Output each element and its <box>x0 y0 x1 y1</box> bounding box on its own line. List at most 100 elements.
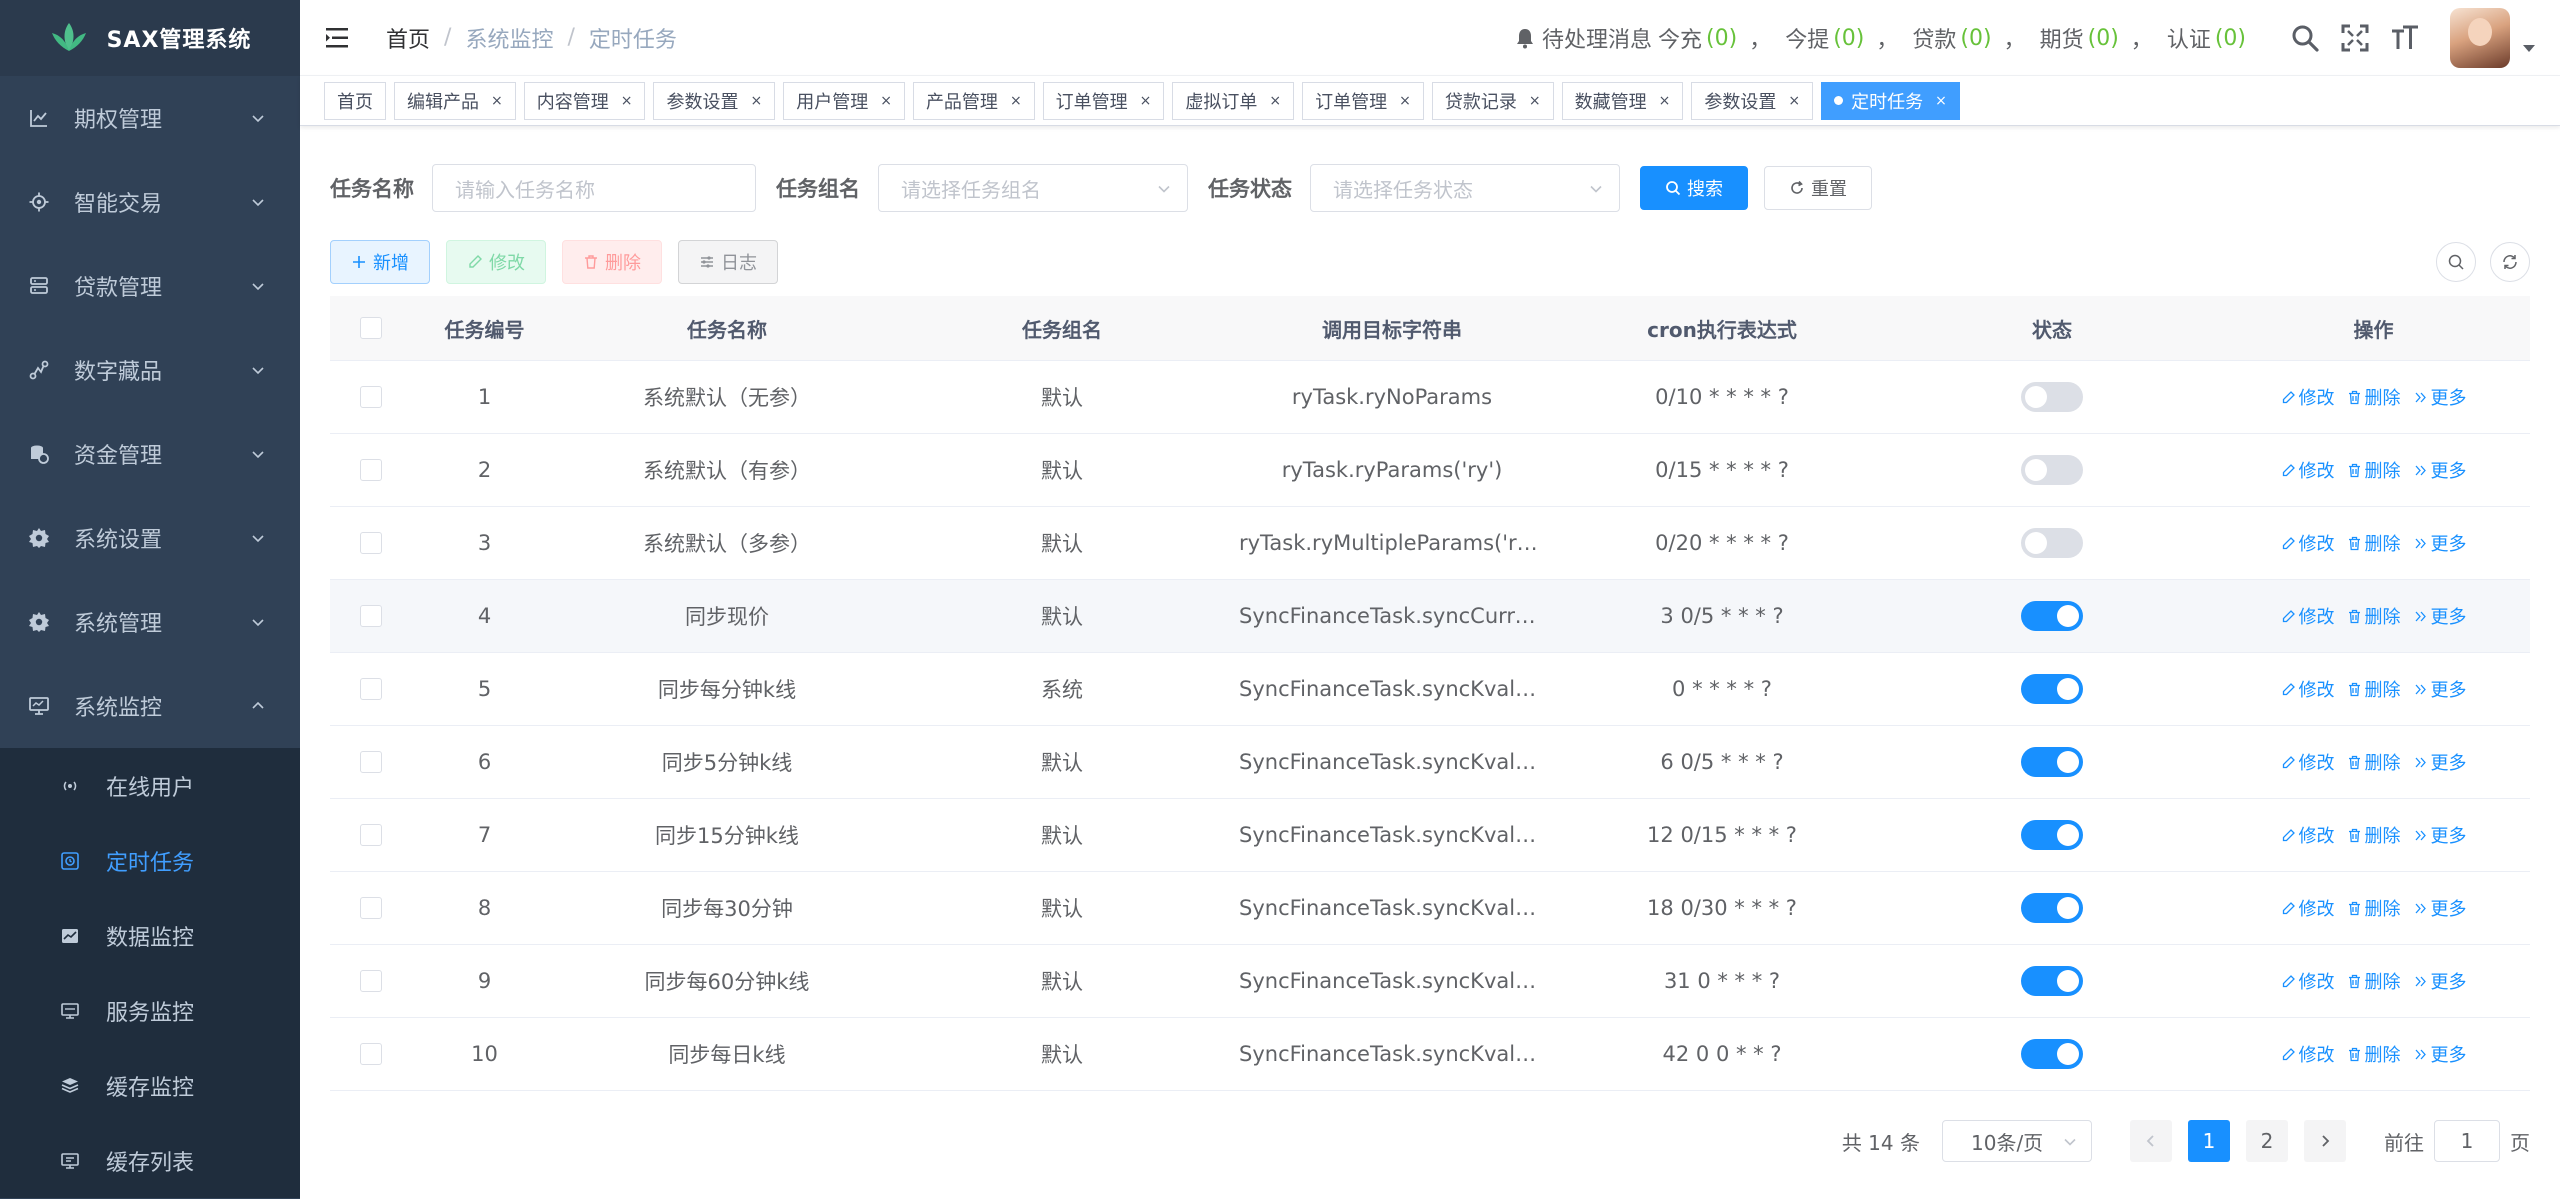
submenu-item[interactable]: 缓存列表 <box>0 1123 300 1198</box>
row-checkbox[interactable] <box>360 751 382 773</box>
tag-close-icon[interactable]: × <box>621 93 633 109</box>
row-checkbox[interactable] <box>360 970 382 992</box>
row-delete-button[interactable]: 删除 <box>2347 384 2401 410</box>
row-edit-button[interactable]: 修改 <box>2281 749 2335 775</box>
delete-button[interactable]: 删除 <box>562 240 662 284</box>
row-delete-button[interactable]: 删除 <box>2347 603 2401 629</box>
table-row[interactable]: 2 系统默认（有参） 默认 ryTask.ryParams('ry') 0/15 * *… <box>330 434 2530 507</box>
tag-close-icon[interactable]: × <box>880 93 892 109</box>
status-switch[interactable] <box>2021 893 2083 923</box>
row-more-button[interactable]: 更多 <box>2413 895 2467 921</box>
tag-item[interactable]: 订单管理 × <box>1302 81 1424 120</box>
row-checkbox[interactable] <box>360 824 382 846</box>
goto-page-input[interactable]: 1 <box>2434 1120 2500 1162</box>
row-checkbox[interactable] <box>360 386 382 408</box>
row-more-button[interactable]: 更多 <box>2413 968 2467 994</box>
row-more-button[interactable]: 更多 <box>2413 822 2467 848</box>
row-more-button[interactable]: 更多 <box>2413 1041 2467 1067</box>
row-delete-button[interactable]: 删除 <box>2347 530 2401 556</box>
user-avatar[interactable] <box>2450 8 2510 68</box>
tag-item[interactable]: 贷款记录 × <box>1431 81 1554 120</box>
submenu-item[interactable]: 缓存监控 <box>0 1048 300 1123</box>
status-switch[interactable] <box>2021 674 2083 704</box>
tag-close-icon[interactable]: × <box>1529 93 1541 109</box>
row-more-button[interactable]: 更多 <box>2413 384 2467 410</box>
row-delete-button[interactable]: 删除 <box>2347 1041 2401 1067</box>
row-more-button[interactable]: 更多 <box>2413 749 2467 775</box>
tag-close-icon[interactable]: × <box>1788 93 1800 109</box>
row-delete-button[interactable]: 删除 <box>2347 822 2401 848</box>
breadcrumb-home[interactable]: 首页 <box>386 22 430 54</box>
tag-item[interactable]: 虚拟订单 × <box>1172 81 1295 120</box>
page-number-button[interactable]: 1 <box>2188 1120 2230 1162</box>
submenu-item[interactable]: 在线用户 <box>0 748 300 823</box>
table-row[interactable]: 7 同步15分钟k线 默认 SyncFinanceTask.syncKvalu… 12 … <box>330 799 2530 872</box>
row-more-button[interactable]: 更多 <box>2413 530 2467 556</box>
job-group-select[interactable]: 请选择任务组名 <box>878 164 1188 212</box>
row-checkbox[interactable] <box>360 532 382 554</box>
row-checkbox[interactable] <box>360 1043 382 1065</box>
status-switch[interactable] <box>2021 1039 2083 1069</box>
row-checkbox[interactable] <box>360 605 382 627</box>
table-row[interactable]: 4 同步现价 默认 SyncFinanceTask.syncCurre… 3 0/5 *… <box>330 580 2530 653</box>
page-size-select[interactable]: 10条/页 <box>1942 1120 2092 1162</box>
table-row[interactable]: 10 同步每日k线 默认 SyncFinanceTask.syncKvalu… 42 0… <box>330 1018 2530 1091</box>
status-switch[interactable] <box>2021 966 2083 996</box>
row-edit-button[interactable]: 修改 <box>2281 968 2335 994</box>
tag-item[interactable]: 订单管理 × <box>1042 81 1165 120</box>
tag-item[interactable]: 内容管理 × <box>523 81 646 120</box>
tag-item[interactable]: 参数设置 × <box>1691 81 1814 120</box>
row-edit-button[interactable]: 修改 <box>2281 1041 2335 1067</box>
edit-button[interactable]: 修改 <box>446 240 546 284</box>
search-button[interactable]: 搜索 <box>1640 166 1748 210</box>
tag-close-icon[interactable]: × <box>750 93 762 109</box>
row-checkbox[interactable] <box>360 678 382 700</box>
logo[interactable]: SAX管理系统 <box>0 0 300 76</box>
row-delete-button[interactable]: 删除 <box>2347 457 2401 483</box>
pending-notice[interactable]: 待处理消息 今充 (0)，今提 (0)，贷款 (0)，期货 (0)，认证 (0) <box>1514 22 2250 54</box>
status-switch[interactable] <box>2021 820 2083 850</box>
status-switch[interactable] <box>2021 528 2083 558</box>
tag-close-icon[interactable]: × <box>1010 93 1022 109</box>
font-size-icon[interactable] <box>2390 23 2420 53</box>
row-delete-button[interactable]: 删除 <box>2347 895 2401 921</box>
row-edit-button[interactable]: 修改 <box>2281 895 2335 921</box>
page-number-button[interactable]: 2 <box>2246 1120 2288 1162</box>
row-edit-button[interactable]: 修改 <box>2281 384 2335 410</box>
hamburger-icon[interactable] <box>326 26 352 50</box>
log-button[interactable]: 日志 <box>678 240 778 284</box>
select-all-checkbox[interactable] <box>360 317 382 339</box>
tag-close-icon[interactable]: × <box>1659 93 1671 109</box>
row-delete-button[interactable]: 删除 <box>2347 968 2401 994</box>
tag-close-icon[interactable]: × <box>491 93 503 109</box>
reset-button[interactable]: 重置 <box>1764 166 1872 210</box>
tag-item[interactable]: 用户管理 × <box>783 81 905 120</box>
table-row[interactable]: 6 同步5分钟k线 默认 SyncFinanceTask.syncKvalu… 6 0/… <box>330 726 2530 799</box>
table-row[interactable]: 1 系统默认（无参） 默认 ryTask.ryNoParams 0/10 * * * *… <box>330 361 2530 434</box>
prev-page-button[interactable] <box>2130 1120 2172 1162</box>
table-row[interactable]: 3 系统默认（多参） 默认 ryTask.ryMultipleParams('ry',… <box>330 507 2530 580</box>
status-switch[interactable] <box>2021 455 2083 485</box>
refresh-table-button[interactable] <box>2490 242 2530 282</box>
submenu-item[interactable]: 数据监控 <box>0 898 300 973</box>
sidebar-item[interactable]: 智能交易 <box>0 160 300 244</box>
tag-close-icon[interactable]: × <box>1140 93 1152 109</box>
sidebar-item[interactable]: 数字藏品 <box>0 328 300 412</box>
row-edit-button[interactable]: 修改 <box>2281 822 2335 848</box>
sidebar-item[interactable]: 期权管理 <box>0 76 300 160</box>
sidebar-item[interactable]: 贷款管理 <box>0 244 300 328</box>
sidebar-item[interactable]: 资金管理 <box>0 412 300 496</box>
tag-item[interactable]: 数藏管理 × <box>1561 81 1684 120</box>
status-select[interactable]: 请选择任务状态 <box>1310 164 1620 212</box>
row-checkbox[interactable] <box>360 459 382 481</box>
sidebar-item[interactable]: 系统管理 <box>0 580 300 664</box>
row-edit-button[interactable]: 修改 <box>2281 676 2335 702</box>
tag-item[interactable]: 编辑产品 × <box>394 81 516 120</box>
row-edit-button[interactable]: 修改 <box>2281 603 2335 629</box>
tag-close-icon[interactable]: × <box>1399 93 1411 109</box>
row-delete-button[interactable]: 删除 <box>2347 749 2401 775</box>
submenu-item[interactable]: 服务监控 <box>0 973 300 1048</box>
tag-item[interactable]: 产品管理 × <box>912 81 1035 120</box>
search-icon[interactable] <box>2290 23 2320 53</box>
tag-active[interactable]: 定时任务 × <box>1821 81 1960 120</box>
